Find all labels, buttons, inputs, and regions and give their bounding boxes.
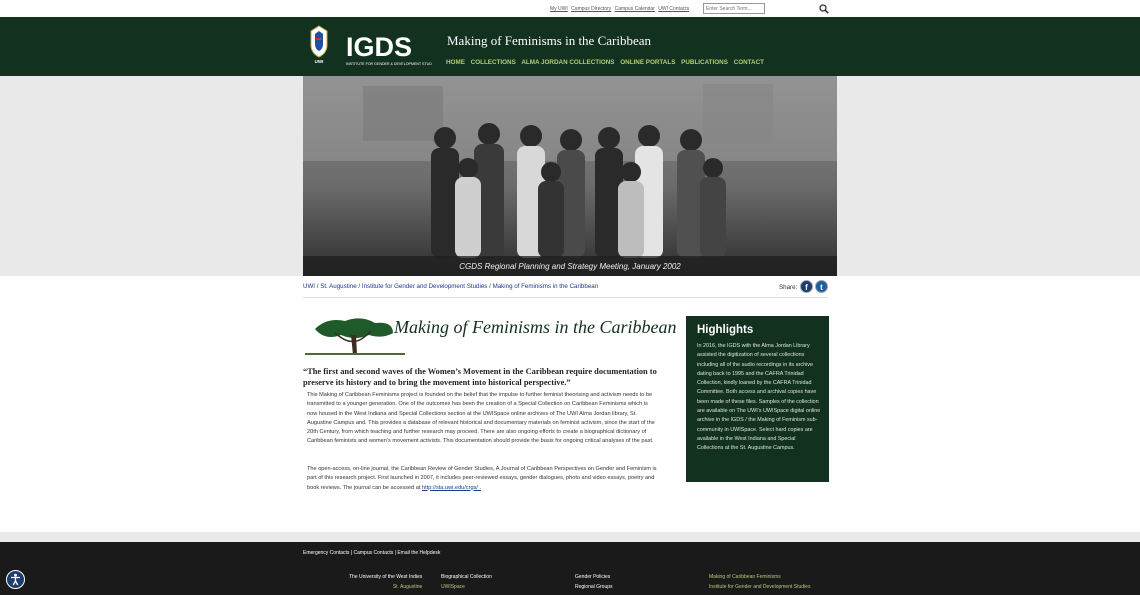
footer-making-feminisms-link[interactable]: Making of Caribbean Feminisms bbox=[709, 572, 810, 582]
footer-igds-link[interactable]: Institute for Gender and Development Stu… bbox=[709, 582, 810, 592]
accessibility-figure-icon bbox=[11, 573, 20, 586]
article-quote: “The first and second waves of the Women… bbox=[303, 367, 657, 387]
search-input[interactable] bbox=[703, 3, 765, 14]
uwi-crest-logo[interactable]: UWI bbox=[305, 23, 333, 69]
highlights-box: Highlights In 2016, the IGDS with the Al… bbox=[686, 316, 829, 482]
top-link-my-uwi[interactable]: My UWI bbox=[550, 6, 568, 12]
top-link-campus-directory[interactable]: Campus Directory bbox=[571, 6, 611, 12]
breadcrumb-uwi[interactable]: UWI bbox=[303, 283, 315, 290]
footer-gender-policies[interactable]: Gender Policies bbox=[575, 572, 613, 582]
breadcrumb-igds[interactable]: Institute for Gender and Development Stu… bbox=[362, 283, 488, 290]
footer-col-university: The University of the West Indies St. Au… bbox=[349, 572, 422, 592]
article-paragraph-2: The open-access, on-line journal, the Ca… bbox=[307, 465, 659, 493]
article-paragraph-1: This Making of Caribbean Feminisms proje… bbox=[307, 392, 655, 445]
footer-link-helpdesk[interactable]: Email the Helpdesk bbox=[397, 550, 440, 556]
footer-col-gender: Gender Policies Regional Groups bbox=[575, 572, 613, 592]
hero-photo: CGDS Regional Planning and Strategy Meet… bbox=[303, 76, 837, 276]
footer-link-campus-contacts[interactable]: Campus Contacts bbox=[354, 550, 394, 556]
footer-st-augustine-link[interactable]: St. Augustine bbox=[349, 582, 422, 592]
top-link-uwi-contacts[interactable]: UWI Contacts bbox=[658, 6, 689, 12]
breadcrumb: UWI / St. Augustine / Institute for Gend… bbox=[303, 283, 599, 290]
share-label: Share: bbox=[779, 284, 798, 291]
nav-collections[interactable]: COLLECTIONS bbox=[471, 59, 516, 66]
svg-text:IGDS: IGDS bbox=[346, 32, 412, 62]
svg-text:UWI: UWI bbox=[315, 59, 324, 64]
svg-text:INSTITUTE FOR GENDER & DEVELOP: INSTITUTE FOR GENDER & DEVELOPMENT STUDI… bbox=[346, 62, 432, 66]
nav-publications[interactable]: PUBLICATIONS bbox=[681, 59, 728, 66]
highlights-text: In 2016, the IGDS with the Alma Jordan L… bbox=[697, 343, 821, 452]
nav-contact[interactable]: CONTACT bbox=[734, 59, 764, 66]
hero-caption: CGDS Regional Planning and Strategy Meet… bbox=[459, 262, 681, 271]
top-links: My UWI Campus Directory Campus Calendar … bbox=[550, 6, 691, 12]
igds-logo[interactable]: IGDS INSTITUTE FOR GENDER & DEVELOPMENT … bbox=[346, 32, 432, 72]
site-footer bbox=[0, 542, 1140, 595]
crgs-link[interactable]: http://sta.uwi.edu/crgs/ . bbox=[422, 485, 481, 491]
site-header: UWI IGDS INSTITUTE FOR GENDER & DEVELOPM… bbox=[0, 17, 1140, 76]
footer-col-igds: Making of Caribbean Feminisms Institute … bbox=[709, 572, 810, 592]
divider bbox=[303, 297, 828, 298]
breadcrumb-st-augustine[interactable]: St. Augustine bbox=[320, 283, 356, 290]
nav-alma-jordan-collections[interactable]: ALMA JORDAN COLLECTIONS bbox=[521, 59, 614, 66]
footer-link-emergency[interactable]: Emergency Contacts bbox=[303, 550, 349, 556]
footer-biographical-collection[interactable]: Biographical Collection bbox=[441, 572, 492, 582]
breadcrumb-current[interactable]: Making of Feminisms in the Caribbean bbox=[493, 283, 599, 290]
footer-regional-groups[interactable]: Regional Groups bbox=[575, 582, 613, 592]
banner-title: Making of Feminisms in the Caribbean bbox=[394, 317, 677, 337]
footer-uwispace-link[interactable]: UWISpace bbox=[441, 582, 492, 592]
facebook-icon[interactable]: f bbox=[800, 280, 813, 293]
top-utility-bar: My UWI Campus Directory Campus Calendar … bbox=[0, 0, 1140, 17]
site-title: Making of Feminisms in the Caribbean bbox=[447, 33, 652, 48]
footer-university-name: The University of the West Indies bbox=[349, 574, 423, 580]
highlights-title: Highlights bbox=[697, 324, 754, 336]
top-link-campus-calendar[interactable]: Campus Calendar bbox=[615, 6, 655, 12]
main-nav: HOME COLLECTIONS ALMA JORDAN COLLECTIONS… bbox=[446, 59, 768, 66]
article-paragraph-2-text: The open-access, on-line journal, the Ca… bbox=[307, 466, 657, 491]
search-icon[interactable] bbox=[819, 4, 829, 14]
accessibility-icon[interactable] bbox=[6, 570, 25, 589]
nav-online-portals[interactable]: ONLINE PORTALS bbox=[620, 59, 675, 66]
nav-home[interactable]: HOME bbox=[446, 59, 465, 66]
twitter-icon[interactable]: t bbox=[815, 280, 828, 293]
group-photo-image bbox=[303, 76, 837, 276]
footer-separator bbox=[0, 532, 1140, 542]
footer-links: Emergency Contacts | Campus Contacts | E… bbox=[303, 550, 441, 556]
footer-col-collections: Biographical Collection UWISpace bbox=[441, 572, 492, 592]
